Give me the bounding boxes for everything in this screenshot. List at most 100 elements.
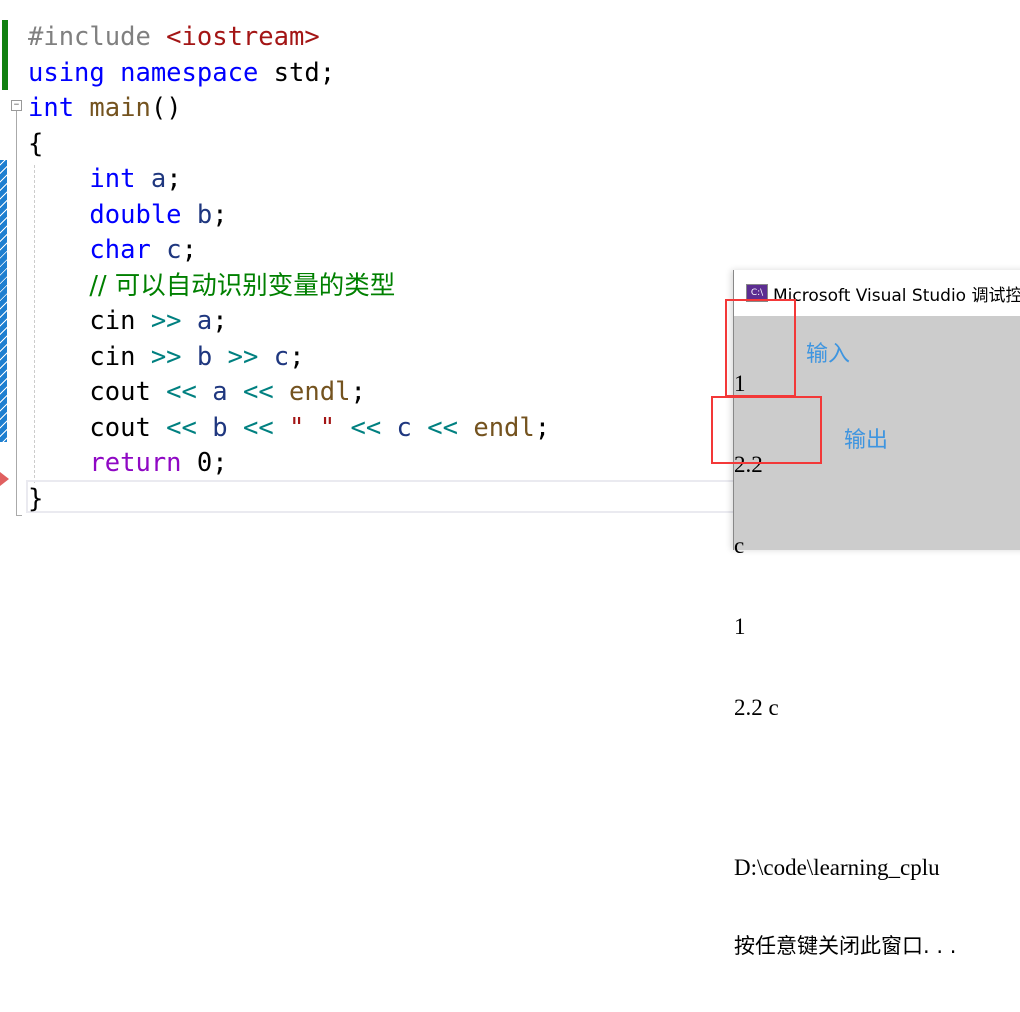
- console-line: 2.2 c: [734, 695, 779, 720]
- code-token: (): [150, 93, 182, 123]
- code-token: int: [89, 164, 136, 194]
- code-token: cin: [28, 306, 151, 336]
- code-line[interactable]: // 可以自动识别变量的类型: [28, 269, 550, 305]
- changed-lines-marker: [2, 20, 8, 90]
- code-line[interactable]: return 0;: [28, 446, 550, 482]
- code-token: b: [196, 341, 213, 372]
- code-token: ;: [212, 306, 228, 336]
- console-title: Microsoft Visual Studio 调试控: [773, 285, 1020, 306]
- code-token: return: [89, 448, 182, 478]
- fold-guide: [16, 111, 17, 516]
- console-line: c: [734, 533, 745, 558]
- input-highlight-box: [725, 299, 796, 397]
- code-token: <iostream>: [166, 22, 320, 52]
- code-token: cin: [28, 341, 151, 372]
- code-token: using: [28, 57, 105, 88]
- code-token: " ": [289, 412, 336, 443]
- code-token: a: [196, 306, 213, 336]
- unsaved-lines-marker: [0, 160, 7, 442]
- code-token: int: [28, 93, 75, 123]
- code-token: main: [89, 93, 151, 123]
- code-token: a: [150, 164, 167, 194]
- code-token: >>: [150, 306, 182, 336]
- code-token: ;: [350, 377, 366, 407]
- code-line[interactable]: cout << b << " " << c << endl;: [28, 411, 550, 447]
- code-token: ;: [166, 164, 182, 194]
- code-line[interactable]: cin >> a;: [28, 304, 550, 340]
- code-token: char: [89, 235, 151, 265]
- code-token: >>: [227, 341, 259, 372]
- code-token: >>: [150, 341, 182, 372]
- code-token: ;: [534, 412, 551, 443]
- code-token: 0;: [181, 448, 228, 478]
- code-token: <<: [242, 377, 274, 407]
- code-token: }: [28, 483, 44, 514]
- console-line: D:\code\learning_cplu: [734, 855, 940, 880]
- input-annotation: 输入: [806, 342, 851, 367]
- code-editor[interactable]: #include <iostream> using namespace std; i…: [28, 20, 550, 517]
- code-line[interactable]: double b;: [28, 198, 550, 234]
- code-line[interactable]: char c;: [28, 233, 550, 269]
- current-statement-arrow-icon: [0, 472, 9, 486]
- code-line[interactable]: #include <iostream>: [28, 20, 550, 56]
- collapse-icon[interactable]: −: [11, 100, 22, 111]
- code-token: cout: [28, 377, 167, 407]
- code-token: a: [212, 377, 228, 407]
- code-token: endl: [473, 412, 535, 443]
- code-token: std;: [258, 57, 336, 88]
- code-token: {: [28, 128, 44, 159]
- code-token: endl: [289, 377, 351, 407]
- code-line[interactable]: {: [28, 127, 550, 163]
- code-token: <<: [350, 412, 382, 443]
- code-token: cout: [28, 412, 167, 443]
- code-token: ;: [181, 235, 197, 265]
- console-line: 1: [734, 614, 746, 639]
- code-token: c: [273, 341, 290, 372]
- code-line[interactable]: using namespace std;: [28, 56, 550, 92]
- code-token: <<: [166, 377, 197, 407]
- code-token: namespace: [120, 57, 259, 88]
- console-line: 按任意键关闭此窗口. . .: [734, 934, 957, 958]
- fold-guide-end: [16, 515, 22, 516]
- code-token: // 可以自动识别变量的类型: [89, 270, 396, 301]
- code-token: ;: [212, 199, 228, 230]
- code-token: c: [396, 412, 412, 443]
- code-line[interactable]: }: [28, 482, 550, 518]
- code-line[interactable]: int a;: [28, 162, 550, 198]
- output-highlight-box: [711, 396, 822, 464]
- code-token: double: [89, 199, 182, 230]
- code-token: ;: [289, 341, 305, 372]
- code-line[interactable]: int main(): [28, 91, 550, 127]
- code-line[interactable]: cin >> b >> c;: [28, 340, 550, 376]
- code-token: <<: [427, 412, 458, 443]
- code-token: <<: [242, 412, 274, 443]
- code-line[interactable]: cout << a << endl;: [28, 375, 550, 411]
- code-token: <<: [166, 412, 197, 443]
- code-token: b: [196, 199, 213, 230]
- output-annotation: 输出: [844, 428, 889, 453]
